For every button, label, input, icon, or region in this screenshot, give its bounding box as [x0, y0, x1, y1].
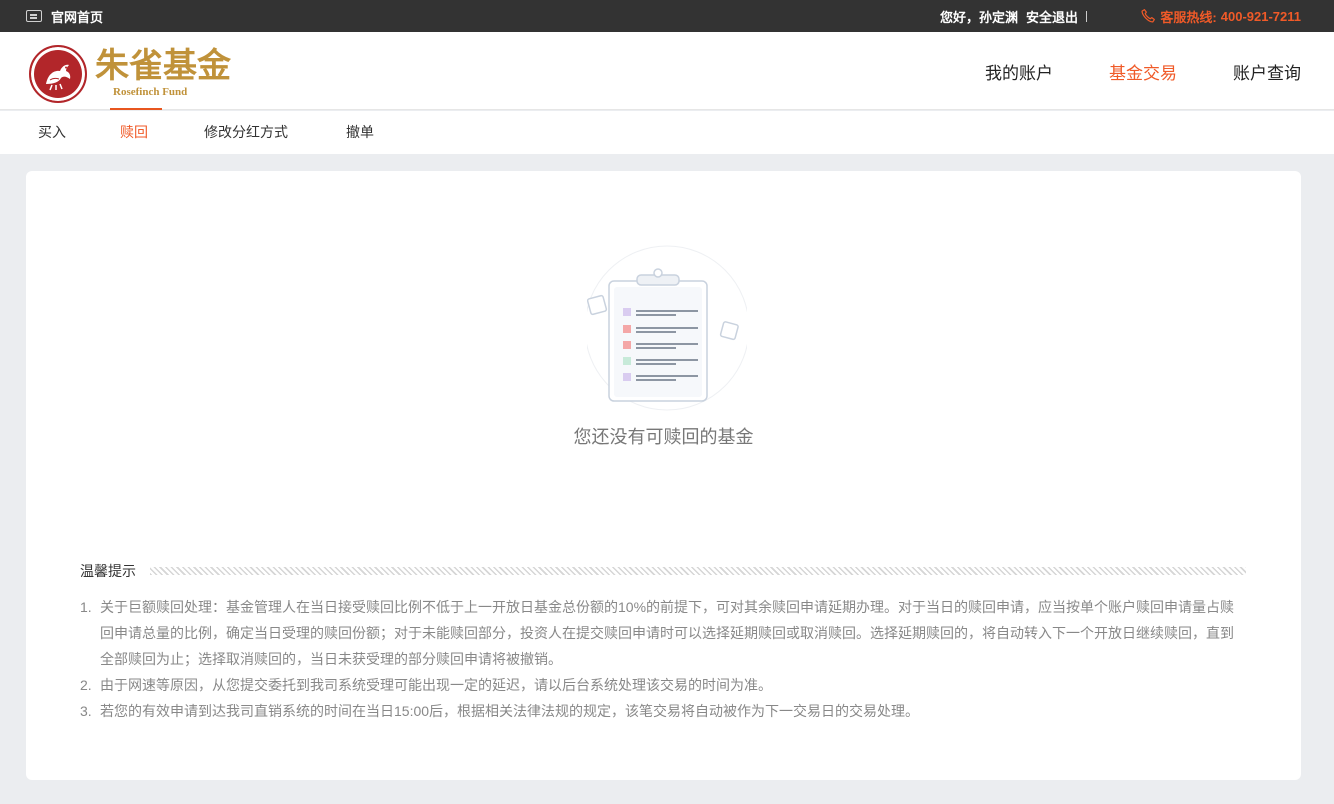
hotline-number: 400-921-7211: [1220, 8, 1301, 24]
content-card: 您还没有可赎回的基金 温馨提示 1. 关于巨额赎回处理：基金管理人在当日接受赎回…: [26, 171, 1301, 780]
brand-name-en: Rosefinch Fund: [113, 86, 188, 98]
logo-underline: [110, 108, 162, 110]
tip-text: 由于网速等原因，从您提交委托到我司系统受理可能出现一定的延迟，请以后台系统处理该…: [100, 677, 772, 693]
tip-number: 1.: [80, 599, 92, 615]
brand-name-cn: 朱雀基金: [95, 46, 231, 86]
monitor-icon: [26, 10, 42, 22]
tab-redeem[interactable]: 赎回: [120, 111, 148, 154]
divider: [1086, 10, 1088, 22]
clipboard-icon: [587, 245, 747, 411]
tips-title: 温馨提示: [80, 563, 136, 579]
tab-modify-dividend[interactable]: 修改分红方式: [204, 111, 288, 154]
tab-buy[interactable]: 买入: [38, 111, 66, 154]
tip-text: 若您的有效申请到达我司直销系统的时间在当日15:00后，根据相关法律法规的规定，…: [100, 703, 920, 719]
site-header: 朱雀基金 Rosefinch Fund 我的账户 基金交易 账户查询: [0, 32, 1334, 110]
top-bar: 官网首页 您好，孙定渊 安全退出 客服热线: 400-921-7211: [0, 0, 1334, 32]
official-home-label: 官网首页: [51, 9, 104, 25]
hotline: 客服热线: 400-921-7211: [1140, 0, 1301, 32]
empty-state-message: 您还没有可赎回的基金: [573, 427, 754, 447]
logout-link[interactable]: 安全退出: [1026, 7, 1078, 26]
hotline-label: 客服热线:: [1160, 9, 1217, 25]
tips-header: 温馨提示: [80, 561, 1246, 581]
nav-account-query[interactable]: 账户查询: [1233, 59, 1301, 84]
tip-item: 2. 由于网速等原因，从您提交委托到我司系统受理可能出现一定的延迟，请以后台系统…: [80, 672, 1246, 698]
tip-number: 2.: [80, 677, 92, 693]
tip-item: 1. 关于巨额赎回处理：基金管理人在当日接受赎回比例不低于上一开放日基金总份额的…: [80, 594, 1246, 672]
tips-list: 1. 关于巨额赎回处理：基金管理人在当日接受赎回比例不低于上一开放日基金总份额的…: [80, 594, 1246, 724]
rosefinch-emblem-icon: [29, 45, 87, 103]
user-area: 您好，孙定渊 安全退出: [940, 0, 1088, 32]
phone-icon: [1141, 9, 1156, 23]
tip-item: 3. 若您的有效申请到达我司直销系统的时间在当日15:00后，根据相关法律法规的…: [80, 698, 1246, 724]
main-nav: 我的账户 基金交易 账户查询: [985, 32, 1301, 110]
hatched-divider: [150, 567, 1246, 575]
sub-nav: 买入 赎回 修改分红方式 撤单: [0, 111, 1334, 154]
user-greeting: 您好，孙定渊: [940, 9, 1019, 25]
tip-number: 3.: [80, 703, 92, 719]
official-home-link[interactable]: 官网首页: [26, 0, 103, 32]
nav-fund-trading[interactable]: 基金交易: [1109, 59, 1177, 84]
brand-logo[interactable]: 朱雀基金 Rosefinch Fund: [29, 44, 231, 110]
nav-my-account[interactable]: 我的账户: [985, 59, 1053, 84]
tip-text: 关于巨额赎回处理：基金管理人在当日接受赎回比例不低于上一开放日基金总份额的10%…: [100, 599, 1235, 667]
tab-cancel-order[interactable]: 撤单: [346, 111, 374, 154]
